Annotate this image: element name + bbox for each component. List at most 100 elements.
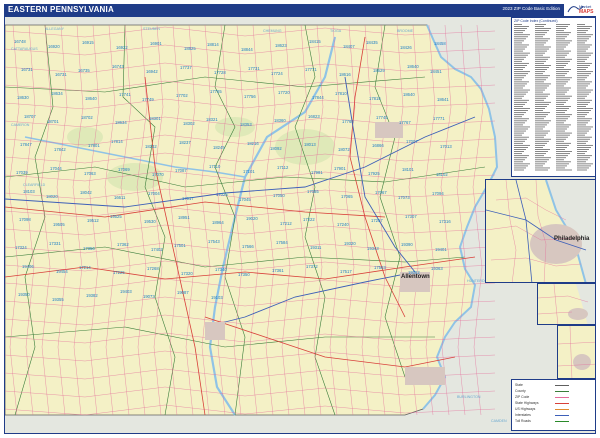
legend-label: Interstates <box>515 413 531 417</box>
zip-code-label: 17925 <box>368 171 380 176</box>
zip-code-label: 17815 <box>369 96 381 101</box>
zip-code-label: 16743 <box>112 64 124 69</box>
zip-code-label: 17101 <box>243 169 255 174</box>
zip-code-label: 18020 <box>46 194 58 199</box>
zip-code-label: 16920 <box>48 44 60 49</box>
zip-code-label: 17702 <box>176 93 188 98</box>
philadelphia-inset-map <box>486 180 595 282</box>
zip-code-label: 17087 <box>175 168 187 173</box>
zip-code-label: 17350 <box>238 272 250 277</box>
zip-code-label: 18102 <box>436 172 448 177</box>
map-title: EASTERN PENNSYLVANIA <box>8 5 114 14</box>
zip-code-label: 18630 <box>17 95 29 100</box>
zip-code-label: 17257 <box>371 218 383 223</box>
zip-code-label: 18415 <box>309 39 321 44</box>
zip-code-label: 17543 <box>208 239 220 244</box>
zip-code-label: 18707 <box>24 114 36 119</box>
map-label-steuben: STEUBEN <box>143 27 160 31</box>
zip-code-label: 18301 <box>149 116 161 121</box>
zip-code-label: 18640 <box>85 96 97 101</box>
zip-code-label: 19355 <box>52 297 64 302</box>
zip-code-label: 17760 <box>342 119 354 124</box>
zip-code-label: 19073 <box>143 294 155 299</box>
zip-code-label: 18321 <box>206 117 218 122</box>
zip-code-label: 17771 <box>433 116 445 121</box>
zip-code-label: 17801 <box>88 143 100 148</box>
zip-code-label: 19363 <box>431 266 443 271</box>
zip-code-label: 17017 <box>182 196 194 201</box>
zip-code-label: 17240 <box>337 222 349 227</box>
zip-index-title: ZIP Code Index (Continued) <box>514 19 558 23</box>
zip-code-label: 18237 <box>179 140 191 145</box>
zip-code-label: 17025 <box>216 192 228 197</box>
zip-code-label: 17749 <box>142 97 154 102</box>
zip-code-label: 16866 <box>372 143 384 148</box>
zip-code-label: 17007 <box>406 139 418 144</box>
zip-code-label: 16823 <box>308 114 320 119</box>
zip-code-label: 17517 <box>340 269 352 274</box>
zip-code-label: 17361 <box>272 268 284 273</box>
zip-code-label: 17745 <box>376 115 388 120</box>
map-area[interactable]: 16748 16920 16915 16922 16901 18825 18814 18844… <box>4 16 596 434</box>
zip-code-label: 17340 <box>215 267 227 272</box>
zip-code-label: 19343 <box>367 246 379 251</box>
zip-code-label: 17563 <box>374 265 386 270</box>
zip-code-label: 17070 <box>152 172 164 177</box>
zip-code-label: 16731 <box>55 72 67 77</box>
philadelphia-inset: Philadelphia <box>485 179 595 283</box>
zip-code-label: 17584 <box>276 240 288 245</box>
zip-code-label: 17067 <box>375 190 387 195</box>
zip-code-label: 18964 <box>212 220 224 225</box>
zip-code-label: 17731 <box>248 66 260 71</box>
zip-code-label: 18426 <box>400 45 412 50</box>
zip-code-label: 17814 <box>111 139 123 144</box>
zip-code-label: 17842 <box>54 147 66 152</box>
zip-code-label: 16748 <box>14 39 26 44</box>
zip-code-label: 17268 <box>147 266 159 271</box>
map-label-burlington: BURLINGTON <box>457 395 481 399</box>
zip-code-label: 18629 <box>373 68 385 73</box>
zip-code-label: 19454 <box>56 269 68 274</box>
zip-index-panel: ZIP Code Index (Continued) <box>511 17 595 177</box>
map-label-clearfield: CLEARFIELD <box>23 183 46 187</box>
legend-panel: State County ZIP Code State Highways US … <box>511 379 595 431</box>
inset-map-east <box>537 283 595 325</box>
zip-code-label: 18634 <box>115 120 127 125</box>
zip-code-label: 17004 <box>148 191 160 196</box>
zip-code-label: 18245 <box>213 145 225 150</box>
zip-code-label: 16922 <box>116 45 128 50</box>
zip-code-label: 17307 <box>405 214 417 219</box>
map-label-camden: CAMDEN <box>491 419 507 423</box>
zip-code-label: 17039 <box>16 170 28 175</box>
city-label-philadelphia: Philadelphia <box>554 236 590 242</box>
legend-label: ZIP Code <box>515 395 530 399</box>
zip-code-label: 18103 <box>23 189 35 194</box>
market-maps-logo: Market MAPS <box>566 2 596 16</box>
zip-code-label: 19382 <box>86 293 98 298</box>
zip-code-label: 17566 <box>242 244 254 249</box>
zip-code-label: 19320 <box>344 241 356 246</box>
zip-code-label: 17045 <box>239 197 251 202</box>
zip-code-label: 18641 <box>437 97 449 102</box>
zip-code-label: 18353 <box>240 122 252 127</box>
zip-code-label: 17065 <box>341 194 353 199</box>
zip-code-label: 17844 <box>312 95 324 100</box>
zip-code-label: 18360 <box>274 118 286 123</box>
zip-code-label: 19087 <box>177 290 189 295</box>
zip-code-label: 18302 <box>183 121 195 126</box>
zip-code-label: 18702 <box>81 115 93 120</box>
zip-code-label: 18042 <box>80 190 92 195</box>
zip-code-label: 17214 <box>79 265 91 270</box>
zip-code-label: 17728 <box>214 70 226 75</box>
zip-code-label: 17225 <box>113 270 125 275</box>
zip-code-label: 17069 <box>118 167 130 172</box>
zip-code-label: 17055 <box>307 189 319 194</box>
zip-code-label: 17765 <box>210 89 222 94</box>
zip-code-label: 19505 <box>53 222 65 227</box>
legend-label: State <box>515 383 523 387</box>
legend-row-county: County <box>515 389 569 393</box>
zip-code-label: 19512 <box>87 218 99 223</box>
legend-row-state: State <box>515 383 569 387</box>
zip-code-label: 17094 <box>432 191 444 196</box>
map-poster: EASTERN PENNSYLVANIA 2023 ZIP Code Basic… <box>0 0 600 438</box>
